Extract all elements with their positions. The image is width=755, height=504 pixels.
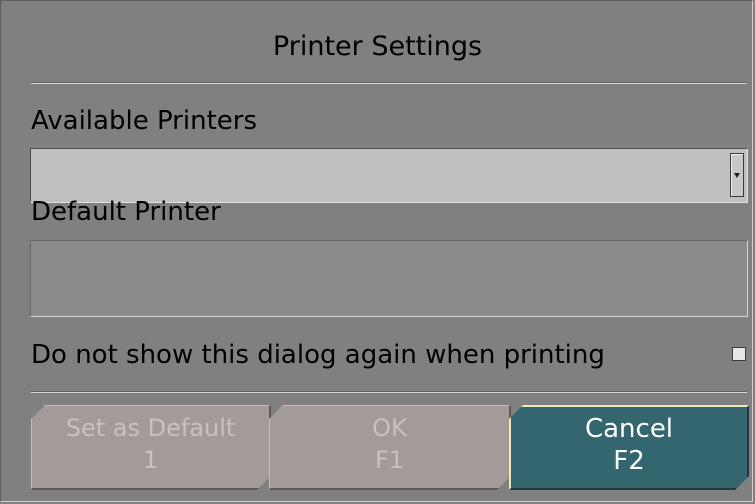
ok-button[interactable]: OK F1 [269, 405, 511, 490]
ok-label: OK [372, 414, 407, 442]
set-as-default-button[interactable]: Set as Default 1 [31, 405, 271, 490]
dialog-title: Printer Settings [272, 31, 483, 62]
title-divider [31, 82, 747, 84]
buttons-divider [31, 391, 747, 393]
ok-key: F1 [374, 446, 405, 474]
printer-settings-dialog: Printer Settings Available Printers Defa… [0, 0, 753, 502]
set-as-default-label: Set as Default [65, 414, 236, 442]
cancel-button[interactable]: Cancel F2 [509, 405, 749, 490]
dont-show-again-label: Do not show this dialog again when print… [31, 340, 605, 370]
available-printers-label: Available Printers [31, 106, 257, 136]
cancel-key: F2 [613, 446, 645, 476]
default-printer-field[interactable] [30, 240, 748, 317]
chevron-down-icon[interactable] [730, 153, 744, 197]
cancel-label: Cancel [584, 414, 674, 444]
set-as-default-key: 1 [142, 446, 159, 474]
dont-show-again-checkbox[interactable] [732, 347, 746, 361]
default-printer-label: Default Printer [31, 197, 221, 227]
